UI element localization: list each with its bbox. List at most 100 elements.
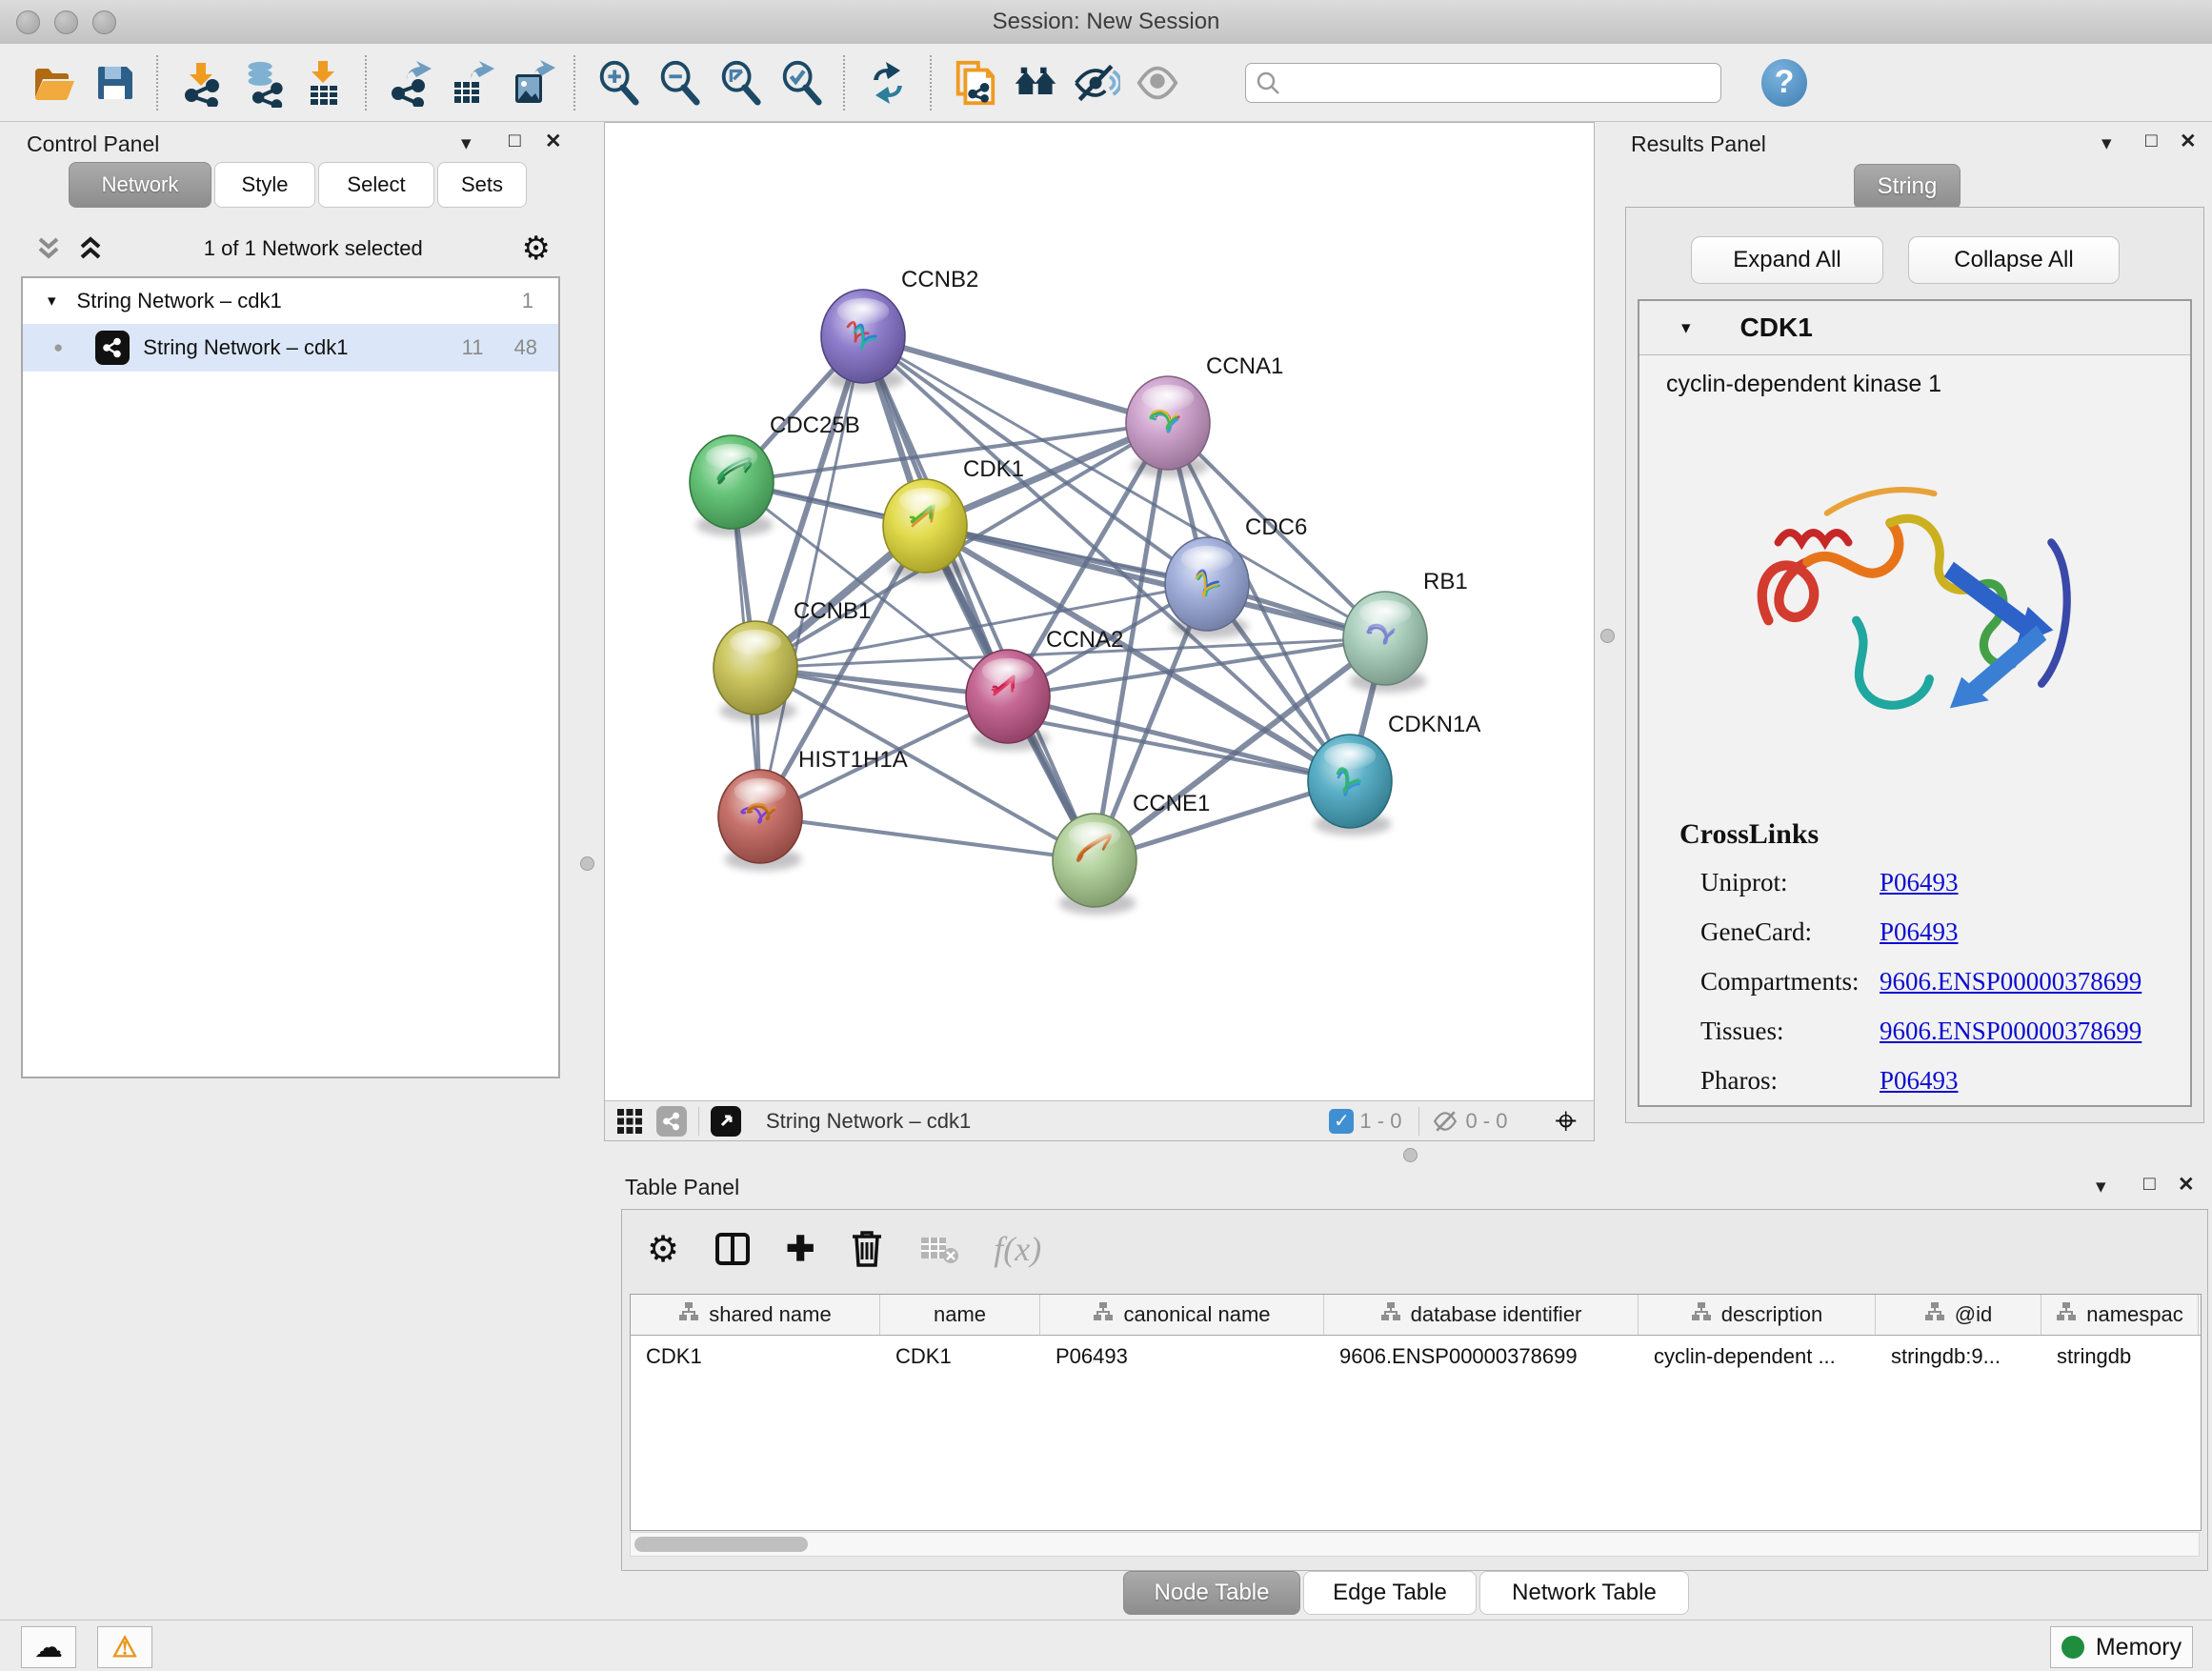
cloud-icon: ☁ <box>34 1631 63 1664</box>
crosslink-label: GeneCard: <box>1700 917 1880 947</box>
tab-select[interactable]: Select <box>318 162 434 208</box>
export-image-icon[interactable] <box>508 59 555 107</box>
crosslink-row: Pharos:P06493 <box>1700 1066 2190 1096</box>
crosslink-link[interactable]: 9606.ENSP00000378699 <box>1880 1017 2142 1046</box>
collapse-all-button[interactable]: Collapse All <box>1908 236 2120 284</box>
horizontal-scrollbar[interactable] <box>630 1532 2200 1557</box>
gene-name: CDK1 <box>1740 312 1813 343</box>
column-header-description[interactable]: description <box>1639 1295 1876 1335</box>
control-panel-float-icon[interactable]: □ <box>509 130 521 152</box>
search-icon <box>1256 70 1280 95</box>
expand-all-button[interactable]: Expand All <box>1691 236 1883 284</box>
selected-count: 1 - 0 <box>1359 1109 1401 1134</box>
network-canvas[interactable]: CCNB2CCNA1CDC25BCDK1CDC6RB1CCNB1CCNA2CDK… <box>604 122 1595 1141</box>
results-panel-menu-icon[interactable]: ▾ <box>2101 131 2112 155</box>
crosshair-icon[interactable]: ⌖ <box>1555 1107 1577 1136</box>
cloud-status-button[interactable]: ☁ <box>21 1626 76 1668</box>
tab-style[interactable]: Style <box>214 162 315 208</box>
network-node-HIST1H1A[interactable]: HIST1H1A <box>718 747 908 871</box>
network-share-view-icon[interactable] <box>656 1106 687 1137</box>
control-panel-title: Control Panel <box>27 131 159 157</box>
left-splitter-handle[interactable] <box>580 856 594 871</box>
results-panel-float-icon[interactable]: □ <box>2145 130 2158 152</box>
tab-edge-table[interactable]: Edge Table <box>1303 1571 1477 1615</box>
selected-checkbox-icon[interactable]: ✓ <box>1329 1109 1354 1134</box>
tab-network-table[interactable]: Network Table <box>1479 1571 1689 1615</box>
table-panel-float-icon[interactable]: □ <box>2143 1173 2156 1196</box>
zoom-in-icon[interactable] <box>594 59 642 107</box>
footer-separator <box>1418 1107 1419 1136</box>
home-icon[interactable] <box>1012 59 1059 107</box>
column-header-@id[interactable]: @id <box>1876 1295 2041 1335</box>
help-icon[interactable]: ? <box>1761 59 1807 107</box>
network-node-RB1[interactable]: RB1 <box>1343 569 1468 693</box>
result-expander-icon[interactable]: ▾ <box>1681 317 1691 339</box>
save-session-icon[interactable] <box>90 59 138 107</box>
table-panel-menu-icon[interactable]: ▾ <box>2096 1175 2106 1198</box>
search-input[interactable] <box>1280 70 1703 96</box>
crosslink-link[interactable]: 9606.ENSP00000378699 <box>1880 967 2142 997</box>
network-tree: ▾ String Network – cdk1 1 ● String Netwo… <box>21 276 560 1078</box>
column-header-namespac[interactable]: namespac <box>2041 1295 2199 1335</box>
tab-sets[interactable]: Sets <box>437 162 527 208</box>
network-collection-row[interactable]: ▾ String Network – cdk1 1 <box>23 278 558 324</box>
import-network-database-icon[interactable] <box>238 59 286 107</box>
memory-button[interactable]: Memory <box>2050 1626 2193 1668</box>
zoom-fit-icon[interactable] <box>716 59 764 107</box>
show-columns-icon[interactable] <box>714 1230 752 1268</box>
collapse-all-icon[interactable] <box>34 235 63 262</box>
tree-expander-icon[interactable]: ▾ <box>48 292 56 311</box>
node-label-RB1: RB1 <box>1423 569 1468 594</box>
hidden-eye-icon <box>1431 1109 1459 1134</box>
node-label-CCNE1: CCNE1 <box>1133 791 1210 816</box>
network-node-CDK1[interactable]: CDK1 <box>883 456 1024 580</box>
crosslink-link[interactable]: P06493 <box>1880 868 1959 897</box>
toolbar-separator <box>156 55 159 111</box>
crosslink-link[interactable]: P06493 <box>1880 1066 1959 1096</box>
delete-column-icon[interactable] <box>849 1229 885 1269</box>
birdseye-view-icon[interactable] <box>711 1106 741 1137</box>
network-options-gear-icon[interactable]: ⚙ <box>522 230 551 268</box>
column-header-name[interactable]: name <box>880 1295 1040 1335</box>
import-network-icon[interactable] <box>177 59 225 107</box>
network-graph[interactable]: CCNB2CCNA1CDC25BCDK1CDC6RB1CCNB1CCNA2CDK… <box>605 123 1594 1100</box>
right-splitter-handle[interactable] <box>1600 629 1615 643</box>
scrollbar-thumb[interactable] <box>634 1537 808 1552</box>
table-settings-gear-icon[interactable]: ⚙ <box>647 1228 679 1271</box>
table-cell: 9606.ENSP00000378699 <box>1324 1336 1639 1378</box>
network-row-selected[interactable]: ● String Network – cdk1 11 48 <box>23 324 558 372</box>
toolbar-separator <box>843 55 846 111</box>
network-node-CDC6[interactable]: CDC6 <box>1165 514 1307 638</box>
zoom-out-icon[interactable] <box>655 59 703 107</box>
expand-all-icon[interactable] <box>76 235 105 262</box>
open-session-icon[interactable] <box>30 59 77 107</box>
tab-network[interactable]: Network <box>69 162 211 208</box>
tab-node-table[interactable]: Node Table <box>1123 1571 1300 1615</box>
grid-view-icon[interactable] <box>616 1108 643 1135</box>
control-panel-close-icon[interactable]: ✕ <box>545 130 562 153</box>
add-column-icon[interactable]: ✚ <box>786 1229 814 1269</box>
control-panel-menu-icon[interactable]: ▾ <box>461 131 472 155</box>
tab-string[interactable]: String <box>1854 164 1961 210</box>
bottom-splitter-handle[interactable] <box>1403 1148 1418 1162</box>
network-node-CDKN1A[interactable]: CDKN1A <box>1308 712 1480 836</box>
shared-column-icon <box>2056 1301 2077 1328</box>
string-import-icon[interactable] <box>951 59 998 107</box>
table-panel-close-icon[interactable]: ✕ <box>2178 1173 2195 1197</box>
import-table-icon[interactable] <box>299 59 347 107</box>
column-header-database-identifier[interactable]: database identifier <box>1324 1295 1639 1335</box>
table-body: CDK1CDK1P064939606.ENSP00000378699cyclin… <box>631 1336 2201 1378</box>
refresh-layout-icon[interactable] <box>864 59 912 107</box>
hide-unhide-icon[interactable] <box>1073 59 1120 107</box>
crosslink-link[interactable]: P06493 <box>1880 917 1959 947</box>
results-panel-close-icon[interactable]: ✕ <box>2180 130 2197 153</box>
zoom-selected-icon[interactable] <box>777 59 825 107</box>
network-node-CCNE1[interactable]: CCNE1 <box>1053 791 1210 915</box>
export-table-icon[interactable] <box>447 59 494 107</box>
table-row[interactable]: CDK1CDK1P064939606.ENSP00000378699cyclin… <box>631 1336 2201 1378</box>
column-header-canonical-name[interactable]: canonical name <box>1040 1295 1324 1335</box>
export-network-icon[interactable] <box>386 59 433 107</box>
eye-disabled-icon[interactable] <box>1134 59 1181 107</box>
warnings-button[interactable]: ⚠ <box>97 1626 152 1668</box>
column-header-shared-name[interactable]: shared name <box>631 1295 880 1335</box>
